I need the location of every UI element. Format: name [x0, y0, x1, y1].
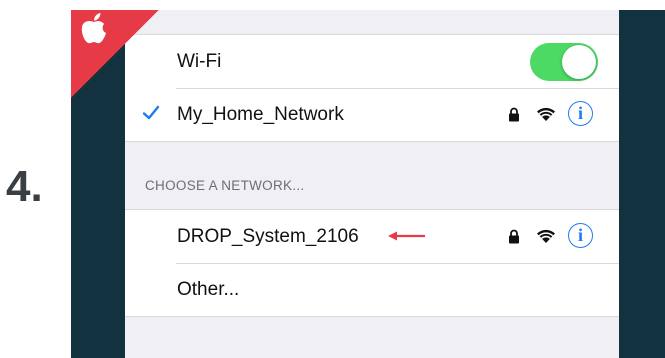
network-name: DROP_System_2106	[177, 226, 359, 247]
wifi-toggle[interactable]	[530, 43, 598, 81]
connected-network-name: My_Home_Network	[177, 104, 344, 125]
section-header: CHOOSE A NETWORK...	[145, 178, 305, 193]
lock-icon	[509, 107, 519, 122]
wifi-label: Wi-Fi	[177, 51, 222, 72]
apple-logo-icon	[81, 13, 106, 44]
wifi-toggle-row: Wi-Fi	[125, 35, 619, 88]
info-icon[interactable]: i	[568, 223, 593, 248]
network-name: Other...	[177, 279, 240, 300]
step-number: 4.	[6, 162, 43, 211]
checkmark-icon	[142, 105, 160, 120]
info-icon[interactable]: i	[568, 101, 593, 126]
network-row-drop-system[interactable]: DROP_System_2106 i	[125, 210, 619, 263]
network-list: DROP_System_2106 i Other...	[125, 209, 619, 317]
wifi-icon	[537, 229, 555, 243]
wifi-icon	[537, 107, 555, 121]
lock-icon	[509, 229, 519, 244]
connected-network-row[interactable]: My_Home_Network i	[125, 88, 619, 141]
network-row-other[interactable]: Other...	[125, 263, 619, 316]
arrow-left-icon	[388, 231, 425, 241]
toggle-knob	[562, 45, 596, 79]
wifi-settings-screen: Wi-Fi My_Home_Network i CHOOSE A NETWORK…	[125, 10, 619, 358]
device-frame: Wi-Fi My_Home_Network i CHOOSE A NETWORK…	[71, 10, 665, 358]
apple-badge	[71, 10, 159, 98]
wifi-group: Wi-Fi My_Home_Network i	[125, 34, 619, 142]
